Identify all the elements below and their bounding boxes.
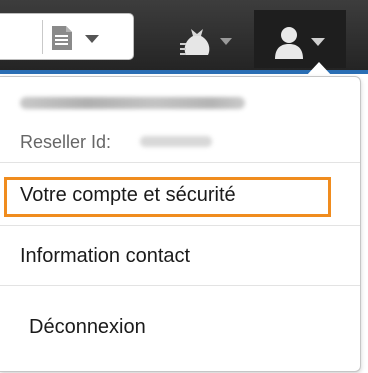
menu-item-label: Information contact [20,245,191,267]
search-box[interactable] [0,13,134,60]
account-menu-button[interactable] [254,10,346,68]
menu-item-label: Déconnexion [29,316,146,338]
document-icon[interactable] [51,25,73,51]
redacted-reseller-id [140,136,212,147]
money-bag-icon [180,29,210,55]
chevron-down-icon[interactable] [85,35,99,43]
menu-item-account-security[interactable]: Votre compte et sécurité [0,163,360,225]
user-icon [275,27,303,59]
chevron-down-icon[interactable] [311,38,325,46]
redacted-email [20,97,245,109]
search-divider [42,20,43,54]
dropdown-pointer [306,62,332,76]
reseller-menu-button[interactable] [170,13,242,61]
account-info: Reseller Id: [0,77,360,163]
reseller-id-label: Reseller Id: [20,132,112,152]
menu-item-label: Votre compte et sécurité [20,184,236,206]
chevron-down-icon[interactable] [220,38,232,45]
account-dropdown: Reseller Id: Votre compte et sécurité In… [0,76,361,372]
menu-item-contact-information[interactable]: Information contact [0,226,360,285]
menu-item-logout[interactable]: Déconnexion [0,286,360,366]
